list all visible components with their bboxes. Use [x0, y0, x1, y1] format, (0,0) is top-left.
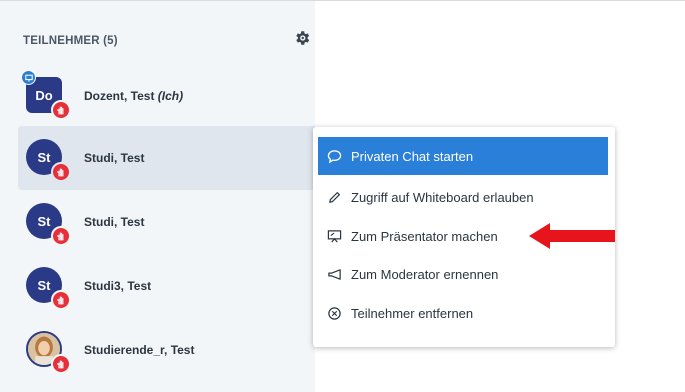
participant-name: Studi3, Test: [84, 279, 152, 293]
presentation-icon: [326, 228, 342, 244]
menu-item-make-moderator[interactable]: Zum Moderator ernennen: [318, 255, 608, 293]
raised-hand-icon: [51, 354, 71, 374]
participant-row-studierende[interactable]: Studierende_r, Test: [18, 318, 315, 382]
participant-name: Dozent, Test (Ich): [84, 89, 184, 103]
self-indicator: (Ich): [157, 89, 184, 103]
raised-hand-icon: [51, 100, 71, 120]
megaphone-icon: [326, 266, 342, 282]
menu-item-private-chat[interactable]: Privaten Chat starten: [318, 137, 608, 175]
menu-item-remove-participant[interactable]: Teilnehmer entfernen: [318, 294, 608, 332]
pencil-icon: [326, 189, 342, 205]
raised-hand-icon: [51, 290, 71, 310]
participant-name: Studi, Test: [84, 215, 145, 229]
participant-row-dozent[interactable]: Do Dozent, Test (Ich): [18, 64, 315, 128]
raised-hand-icon: [51, 162, 71, 182]
chat-bubble-icon: [326, 148, 342, 164]
remove-circle-icon: [326, 305, 342, 321]
participant-row-studi-selected[interactable]: St Studi, Test: [18, 126, 315, 190]
participant-row-studi[interactable]: St Studi, Test: [18, 190, 315, 254]
raised-hand-icon: [51, 226, 71, 246]
participant-row-studi3[interactable]: St Studi3, Test: [18, 254, 315, 318]
participants-header: TEILNEHMER (5): [23, 35, 118, 47]
menu-item-whiteboard-access[interactable]: Zugriff auf Whiteboard erlauben: [318, 178, 608, 216]
gear-icon[interactable]: [293, 29, 311, 47]
participant-name: Studierende_r, Test: [84, 343, 195, 357]
presenter-badge-icon: [21, 70, 36, 85]
participant-name: Studi, Test: [84, 151, 145, 165]
annotation-arrow-icon: [529, 223, 615, 254]
